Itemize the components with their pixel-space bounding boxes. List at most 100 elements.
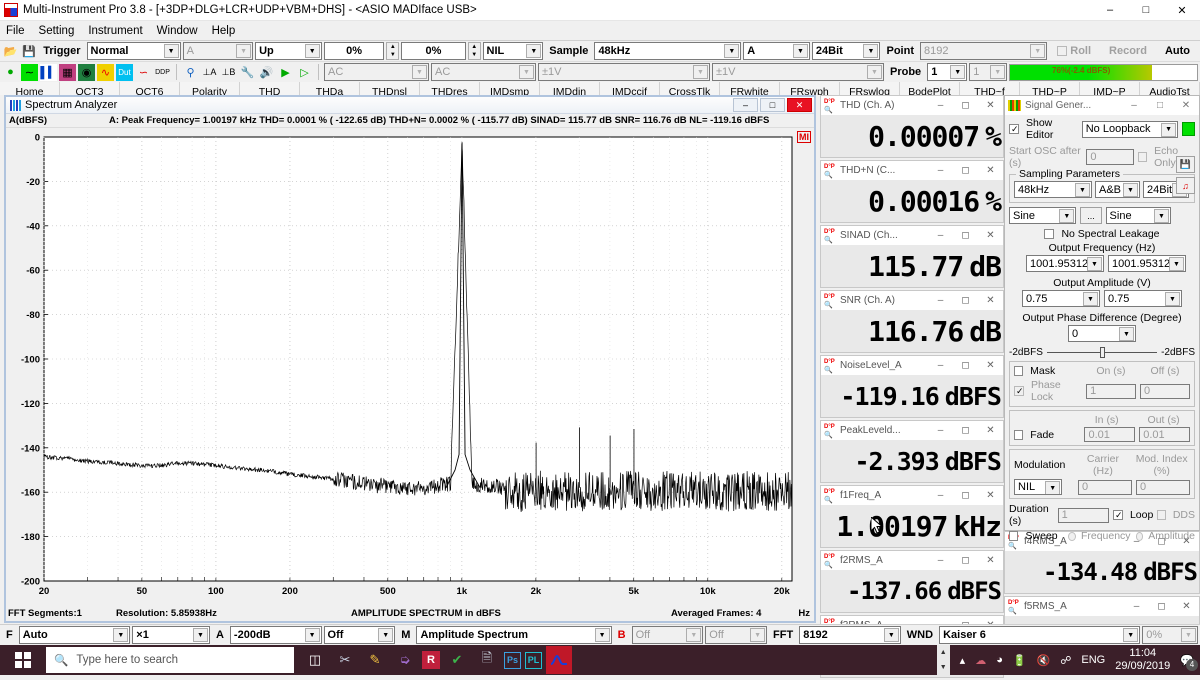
wifi-icon[interactable]: ◕ [996,654,1003,666]
meter-minimize-button[interactable]: – [928,425,953,436]
point-combo[interactable]: 8192 ▼ [919,42,1048,60]
meter-maximize-button[interactable]: ◻ [953,165,978,176]
close-button[interactable]: ✕ [1164,0,1200,21]
amplitude-radio[interactable] [1135,531,1144,541]
spectrum-analyzer-icon[interactable]: ▌▍ [40,63,57,81]
device-test-icon[interactable]: DDP [154,64,171,81]
clock[interactable]: 11:04 29/09/2019 [1115,647,1170,673]
trigger-level-stepper[interactable]: ▲ ▼ [386,42,400,60]
ground-a-icon[interactable]: ⊥A [201,64,218,81]
meter-maximize-button[interactable]: ◻ [953,555,978,566]
frequency-mode-combo[interactable]: Auto ▼ [18,626,131,644]
siggen-channels-combo[interactable]: A&B ▼ [1095,181,1140,198]
range-b-combo[interactable]: ±1V ▼ [712,63,884,81]
meter-close-button[interactable]: ✕ [978,100,1003,111]
meter-close-button[interactable]: ✕ [978,230,1003,241]
spectrum-3d-icon[interactable]: ▦ [59,63,76,81]
no-spectral-leakage-checkbox[interactable] [1044,229,1055,239]
trigger-delay-stepper[interactable]: ▲ ▼ [467,42,481,60]
calibration-icon[interactable]: ⚲ [182,64,199,81]
spectrum-plot[interactable]: 0 -20 -40 -60 -80 -100 -120 -140 -160 -180 -200 20 5… [6,129,814,621]
amplitude-off-combo[interactable]: Off ▼ [323,626,396,644]
mod-index-input[interactable]: 0 [1135,479,1191,495]
output-amp-a-input[interactable]: 0.75 ▼ [1022,290,1100,307]
loop-checkbox[interactable] [1112,510,1123,520]
range-a-combo[interactable]: ±1V ▼ [538,63,710,81]
slider-knob[interactable] [1099,347,1105,358]
fade-out-input[interactable]: 0.01 [1139,427,1191,442]
fft-size-combo[interactable]: 8192 ▼ [799,626,901,644]
waveform-b-combo[interactable]: Sine ▼ [1105,207,1171,224]
meter-minimize-button[interactable]: – [928,230,953,241]
auto-button[interactable]: Auto [1156,41,1198,61]
siggen-maximize-button[interactable]: □ [1147,100,1173,111]
play-step-icon[interactable]: ▷ [296,64,313,81]
meter-close-button[interactable]: ✕ [978,490,1003,501]
open-icon[interactable]: 📂 [2,43,19,60]
menu-item-setting[interactable]: Setting [39,25,75,37]
echo-only-checkbox[interactable] [1138,152,1148,162]
meter-close-button[interactable]: ✕ [978,295,1003,306]
record-button[interactable]: Record [1101,41,1155,61]
data-logger-icon[interactable]: Dut [116,63,133,81]
b-off1-combo[interactable]: Off ▼ [631,626,704,644]
speaker-icon[interactable]: 🔊 [258,64,275,81]
notification-center-icon[interactable]: 💬 4 [1180,654,1198,671]
minimize-button[interactable]: – [1092,0,1128,21]
music-note-button[interactable]: ♫ [1176,177,1195,194]
multimeter-icon[interactable]: ◉ [78,63,95,81]
show-editor-checkbox[interactable] [1009,124,1019,134]
maximize-button[interactable]: □ [1128,0,1164,21]
duration-input[interactable]: 1 [1057,507,1109,523]
battery-icon[interactable]: 🔋 [1013,654,1027,667]
sample-rate-combo[interactable]: 48kHz ▼ [594,42,742,60]
visual-studio-icon[interactable]: ➭ [392,646,418,674]
meter-close-button[interactable]: ✕ [978,555,1003,566]
coupling-a-combo[interactable]: AC ▼ [324,63,429,81]
trigger-delay-input[interactable]: 0% [401,42,466,60]
bit-depth-combo[interactable]: 24Bit ▼ [811,42,881,60]
b-off2-combo[interactable]: Off ▼ [705,626,768,644]
scroll-spinner[interactable]: ▲ ▼ [936,645,950,675]
scanner-icon[interactable]: 🗎 [474,646,500,674]
phase-lock-checkbox[interactable] [1014,386,1024,396]
meter-close-button[interactable]: ✕ [1174,601,1199,612]
amplitude-slider[interactable] [1046,346,1158,358]
siggen-sample-rate-combo[interactable]: 48kHz ▼ [1014,181,1092,198]
waveform-a-combo[interactable]: Sine ▼ [1009,207,1077,224]
menu-item-file[interactable]: File [6,25,25,37]
spectrum-close-button[interactable]: ✕ [787,98,812,112]
meter-minimize-button[interactable]: – [928,555,953,566]
meter-minimize-button[interactable]: – [1124,601,1149,612]
sticky-notes-icon[interactable]: ✎ [362,646,388,674]
coupling-b-combo[interactable]: AC ▼ [431,63,536,81]
measurement-mode-combo[interactable]: Amplitude Spectrum ▼ [416,626,612,644]
trigger-nil-combo[interactable]: NIL ▼ [482,42,544,60]
siggen-minimize-button[interactable]: – [1121,100,1147,111]
start-button[interactable] [0,645,46,675]
meter-maximize-button[interactable]: ◻ [953,100,978,111]
checkmark-icon[interactable]: ✔ [444,646,470,674]
probe-b-combo[interactable]: 1 ▼ [969,63,1008,81]
sample-channel-combo[interactable]: A ▼ [743,42,810,60]
start-osc-input[interactable]: 0 [1086,149,1135,165]
oscilloscope-icon[interactable]: ∼ [21,63,38,81]
menu-item-help[interactable]: Help [212,25,236,37]
trigger-level-input[interactable]: 0% [323,42,385,60]
signal-generator-icon[interactable]: ∿ [97,63,114,81]
language-indicator[interactable]: ENG [1081,654,1105,666]
amplitude-range-combo[interactable]: -200dB ▼ [229,626,322,644]
meter-minimize-button[interactable]: – [928,490,953,501]
carrier-input[interactable]: 0 [1077,479,1132,495]
phase-lock-off-input[interactable]: 0 [1140,383,1190,399]
save-waveform-button[interactable]: 💾 [1176,156,1195,173]
output-phase-input[interactable]: 0 ▼ [1068,325,1136,342]
onedrive-icon[interactable]: ☁ [975,654,986,667]
meter-maximize-button[interactable]: ◻ [953,230,978,241]
lcr-meter-icon[interactable]: ∽ [135,64,152,81]
probe-a-combo[interactable]: 1 ▼ [927,63,968,81]
meter-minimize-button[interactable]: – [928,295,953,306]
siggen-close-button[interactable]: ✕ [1173,100,1199,111]
r-studio-icon[interactable]: R [422,651,440,669]
meter-maximize-button[interactable]: ◻ [953,295,978,306]
